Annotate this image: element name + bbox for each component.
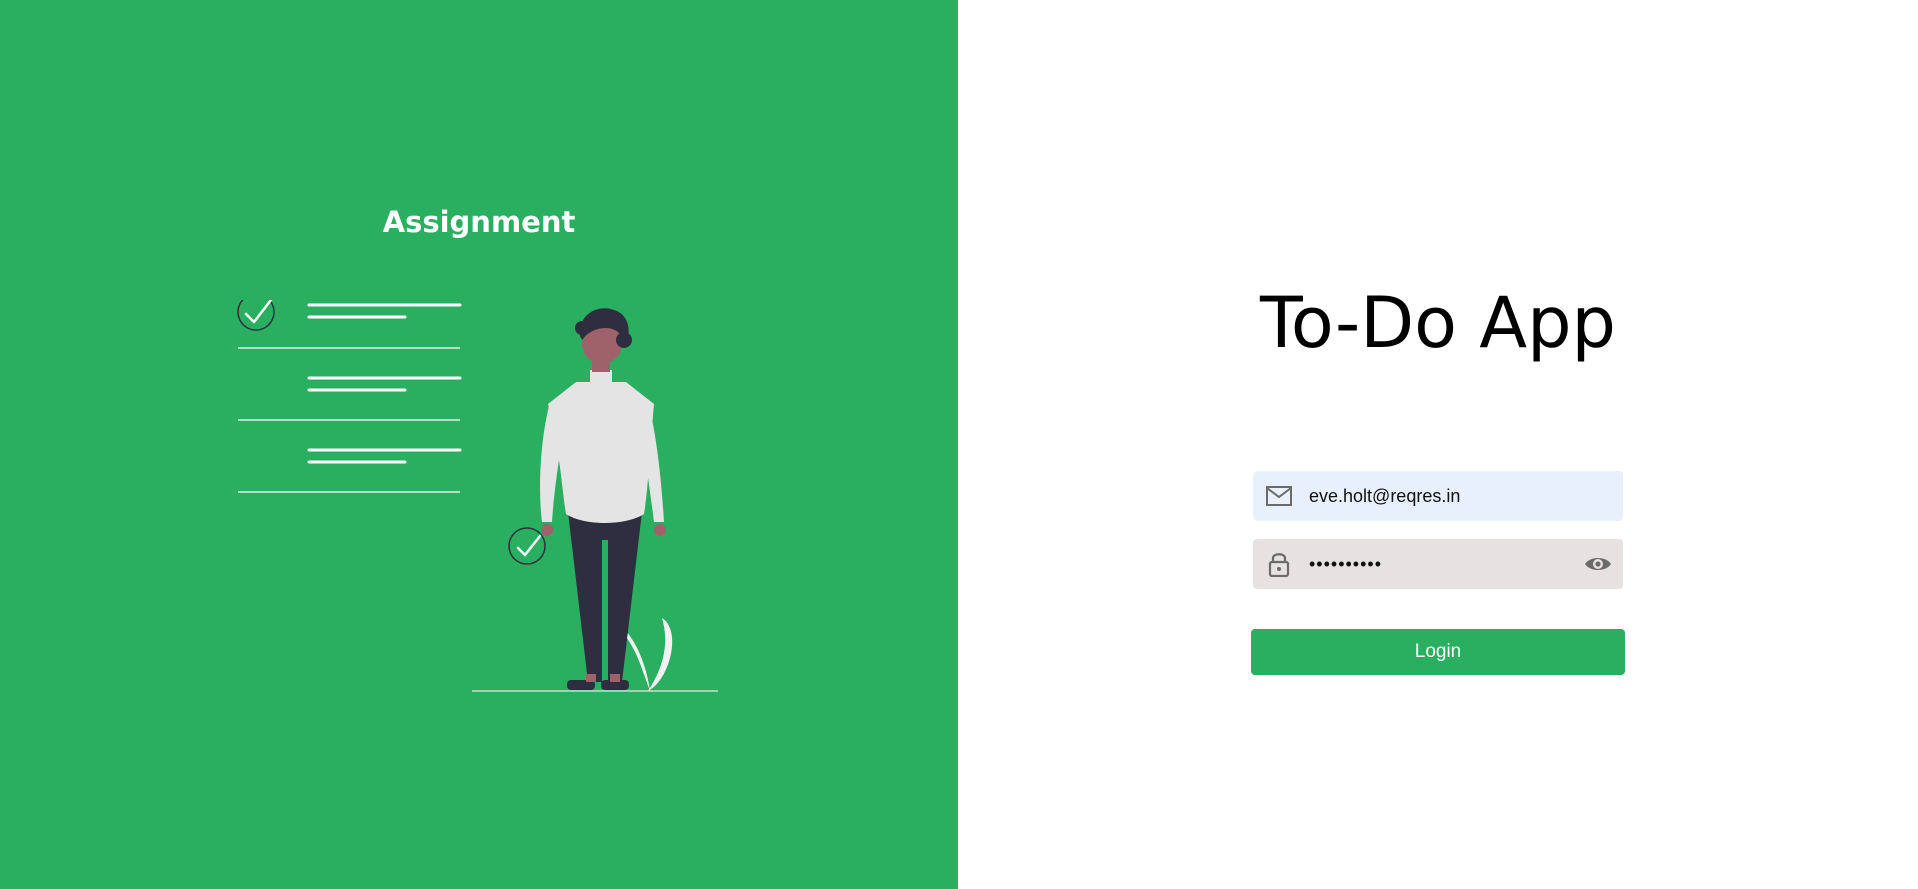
email-field-container [1253,471,1623,521]
password-field-container [1253,539,1623,589]
checklist-graphic [237,300,462,493]
email-input[interactable] [1309,471,1579,521]
illustration-title: Assignment [382,205,576,239]
password-input[interactable] [1309,539,1579,589]
checklist-person-illustration [237,300,718,692]
illustration-panel: Assignment [0,0,958,889]
lock-icon [1268,553,1290,577]
login-panel: To-Do App Login [958,0,1918,889]
person-figure [540,308,666,690]
login-button[interactable]: Login [1251,629,1625,675]
eye-icon[interactable] [1583,551,1613,577]
mail-icon [1266,486,1292,506]
login-page: Assignment To-Do App eve.holt@reqres.in … [0,0,1918,889]
app-title: To-Do App [1260,282,1616,364]
